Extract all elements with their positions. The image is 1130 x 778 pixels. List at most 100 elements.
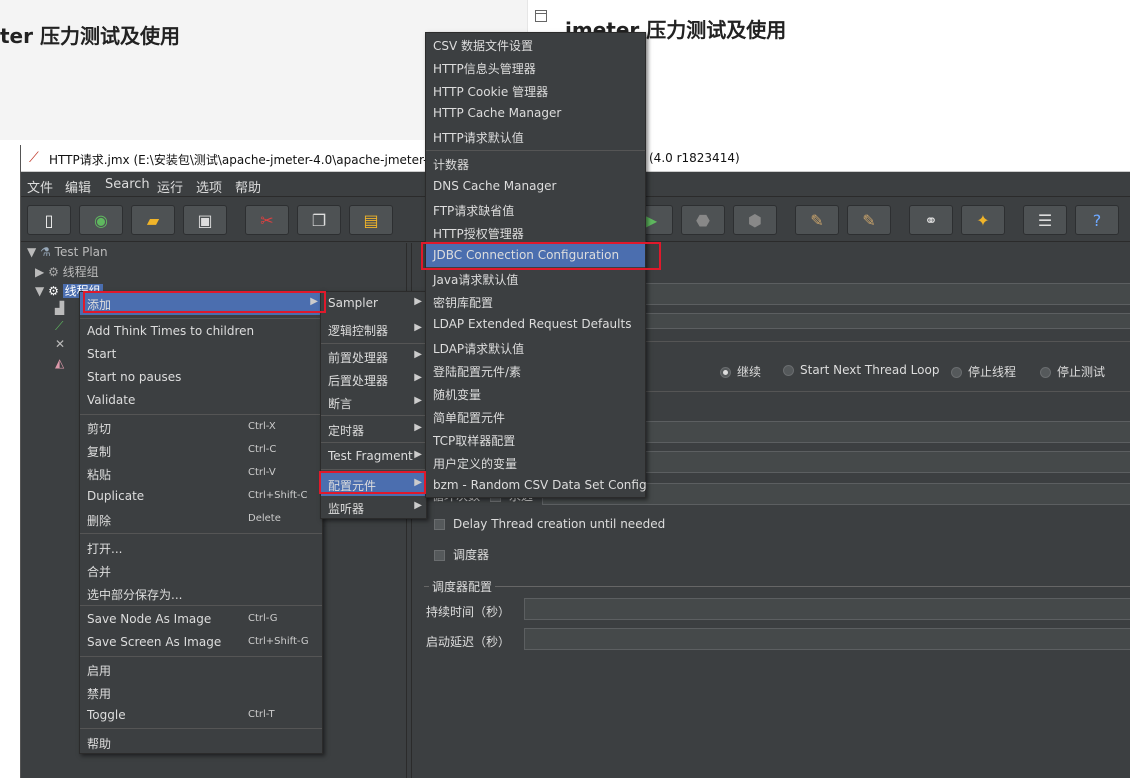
tree-child-4[interactable]: ◭ <box>55 356 64 374</box>
submenu-item-post-processor[interactable]: 后置处理器 ▶ <box>321 368 426 391</box>
save-button[interactable]: ▣ <box>183 205 227 235</box>
menu-options[interactable]: 选项 <box>196 177 222 196</box>
radio-continue[interactable]: 继续 <box>720 363 761 380</box>
radio-stop-thread[interactable]: 停止线程 <box>951 363 1016 380</box>
clear-button[interactable]: ✎ <box>795 205 839 235</box>
config-item-http-auth-manager[interactable]: HTTP授权管理器 <box>426 221 645 244</box>
duration-field[interactable] <box>524 598 1130 620</box>
search-button[interactable]: ⚭ <box>909 205 953 235</box>
submenu-item-assertion[interactable]: 断言 ▶ <box>321 391 426 414</box>
config-item-csv-data-set[interactable]: CSV 数据文件设置 <box>426 33 645 56</box>
config-item-counter[interactable]: 计数器 <box>426 152 645 175</box>
copy-button[interactable]: ❐ <box>297 205 341 235</box>
tree-node-test-plan[interactable]: ▼ ⚗ Test Plan <box>27 245 108 263</box>
menu-item-label: 添加 <box>87 298 112 312</box>
menu-file[interactable]: 文件 <box>27 177 53 196</box>
menu-item-label: 配置元件 <box>328 479 377 493</box>
menu-item-start-no-pauses[interactable]: Start no pauses <box>80 366 322 389</box>
menu-item-disable[interactable]: 禁用 <box>80 681 322 704</box>
menu-item-validate[interactable]: Validate <box>80 389 322 412</box>
submenu-item-logic-controller[interactable]: 逻辑控制器 ▶ <box>321 318 426 341</box>
menu-item-label: Add Think Times to children <box>87 324 255 338</box>
tree-child-3[interactable]: ✕ <box>55 337 65 355</box>
open-button[interactable]: ▰ <box>131 205 175 235</box>
delay-thread-checkbox[interactable]: Delay Thread creation until needed <box>434 517 665 531</box>
menu-item-open[interactable]: 打开... <box>80 536 322 559</box>
menu-item-duplicate[interactable]: Duplicate Ctrl+Shift-C <box>80 485 322 508</box>
clear-all-button[interactable]: ✎ <box>847 205 891 235</box>
config-item-jdbc-connection[interactable]: JDBC Connection Configuration <box>426 244 645 267</box>
tree-node-thread-group-1[interactable]: ▶ ⚙ 线程组 <box>35 263 99 281</box>
menu-item-start[interactable]: Start <box>80 343 322 366</box>
gear-icon: ⚙ <box>48 284 59 298</box>
submenu-item-test-fragment[interactable]: Test Fragment ▶ <box>321 445 426 468</box>
tools-icon: ✕ <box>55 337 66 351</box>
submenu-item-pre-processor[interactable]: 前置处理器 ▶ <box>321 345 426 368</box>
startup-delay-field[interactable] <box>524 628 1130 650</box>
config-item-ftp-defaults[interactable]: FTP请求缺省值 <box>426 198 645 221</box>
function-helper-button[interactable]: ☰ <box>1023 205 1067 235</box>
shutdown-button[interactable]: ⬢ <box>733 205 777 235</box>
config-item-java-defaults[interactable]: Java请求默认值 <box>426 267 645 290</box>
submenu-item-sampler[interactable]: Sampler ▶ <box>321 292 426 315</box>
submenu-item-listener[interactable]: 监听器 ▶ <box>321 496 426 519</box>
menu-item-add[interactable]: 添加 ▶ <box>80 292 322 315</box>
menu-item-cut[interactable]: 剪切 Ctrl-X <box>80 416 322 439</box>
config-item-user-defined-variables[interactable]: 用户定义的变量 <box>426 451 645 474</box>
config-item-http-cookie-manager[interactable]: HTTP Cookie 管理器 <box>426 79 645 102</box>
menu-item-label: bzm - Random CSV Data Set Config <box>433 478 647 492</box>
config-item-random-variable[interactable]: 随机变量 <box>426 382 645 405</box>
stop-icon: ⬣ <box>696 210 710 230</box>
duration-label: 持续时间（秒） <box>426 605 511 619</box>
menu-item-add-think-times[interactable]: Add Think Times to children <box>80 320 322 343</box>
menu-item-save-node-image[interactable]: Save Node As Image Ctrl-G <box>80 608 322 631</box>
new-button[interactable]: ▯ <box>27 205 71 235</box>
config-item-simple-config[interactable]: 简单配置元件 <box>426 405 645 428</box>
menu-item-help[interactable]: 帮助 <box>80 731 322 754</box>
menu-search[interactable]: Search <box>105 177 150 192</box>
config-item-ldap-extended[interactable]: LDAP Extended Request Defaults <box>426 313 645 336</box>
reset-search-button[interactable]: ✦ <box>961 205 1005 235</box>
menu-item-label: 简单配置元件 <box>433 411 506 425</box>
config-item-http-request-defaults[interactable]: HTTP请求默认值 <box>426 125 645 148</box>
submenu-item-config-element[interactable]: 配置元件 ▶ <box>321 473 426 496</box>
menu-item-paste[interactable]: 粘贴 Ctrl-V <box>80 462 322 485</box>
config-item-login-config[interactable]: 登陆配置元件/素 <box>426 359 645 382</box>
stop-button[interactable]: ⬣ <box>681 205 725 235</box>
config-item-ldap-defaults[interactable]: LDAP请求默认值 <box>426 336 645 359</box>
cut-button[interactable]: ✂ <box>245 205 289 235</box>
config-item-http-cache-manager[interactable]: HTTP Cache Manager <box>426 102 645 125</box>
config-item-http-header-manager[interactable]: HTTP信息头管理器 <box>426 56 645 79</box>
radio-stop-test[interactable]: 停止测试 <box>1040 363 1105 380</box>
menu-item-copy[interactable]: 复制 Ctrl-C <box>80 439 322 462</box>
menu-item-merge[interactable]: 合并 <box>80 559 322 582</box>
paste-button[interactable]: ▤ <box>349 205 393 235</box>
broom-icon: ✎ <box>810 210 824 230</box>
config-item-dns-cache-manager[interactable]: DNS Cache Manager <box>426 175 645 198</box>
copy-icon: ❐ <box>311 210 327 230</box>
submenu-arrow-icon: ▶ <box>310 296 318 307</box>
menu-item-label: LDAP请求默认值 <box>433 342 525 356</box>
menu-run[interactable]: 运行 <box>157 177 183 196</box>
menu-item-save-selection[interactable]: 选中部分保存为... <box>80 582 322 605</box>
menu-help[interactable]: 帮助 <box>235 177 261 196</box>
menu-edit[interactable]: 编辑 <box>65 177 91 196</box>
window-title: HTTP请求.jmx (E:\安装包\测试\apache-jmeter-4.0\… <box>49 153 436 167</box>
menu-item-toggle[interactable]: Toggle Ctrl-T <box>80 704 322 727</box>
shutdown-icon: ⬢ <box>748 210 762 230</box>
submenu-arrow-icon: ▶ <box>414 500 422 511</box>
tree-child-1[interactable]: ▟ <box>55 301 64 319</box>
help-button[interactable]: ? <box>1075 205 1119 235</box>
templates-button[interactable]: ◉ <box>79 205 123 235</box>
menu-item-enable[interactable]: 启用 <box>80 658 322 681</box>
radio-start-next-loop[interactable]: Start Next Thread Loop <box>783 363 939 377</box>
menu-item-delete[interactable]: 删除 Delete <box>80 508 322 531</box>
menu-item-label: 删除 <box>87 514 112 528</box>
menu-item-save-screen-image[interactable]: Save Screen As Image Ctrl+Shift-G <box>80 631 322 654</box>
scheduler-checkbox[interactable]: 调度器 <box>434 546 489 563</box>
config-item-bzm-random-csv[interactable]: bzm - Random CSV Data Set Config <box>426 474 647 497</box>
config-item-tcp-sampler-config[interactable]: TCP取样器配置 <box>426 428 645 451</box>
submenu-item-timer[interactable]: 定时器 ▶ <box>321 418 426 441</box>
tree-child-2[interactable]: ⟋ <box>55 319 63 337</box>
config-item-keystore[interactable]: 密钥库配置 <box>426 290 645 313</box>
